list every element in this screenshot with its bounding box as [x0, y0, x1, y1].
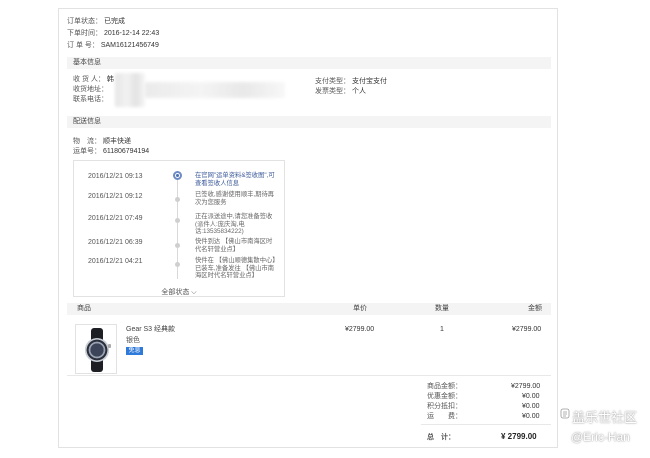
phone-row: 联系电话： — [73, 95, 108, 104]
goods-amount-row: 商品金额： — [427, 382, 463, 391]
watch-crown — [108, 344, 111, 348]
points-row: 积分抵扣： — [427, 402, 463, 411]
basic-info-header: 基本信息 — [67, 57, 551, 69]
timeline-time: 2016/12/21 04:21 — [88, 258, 143, 265]
product-name[interactable]: Gear S3 经典款 — [126, 325, 175, 334]
shipping-row: 运 费： — [427, 412, 463, 421]
recipient-label: 收 货 人： — [73, 76, 105, 83]
timeline-time: 2016/12/21 09:13 — [88, 173, 143, 180]
timeline-time: 2016/12/21 07:49 — [88, 215, 143, 222]
goods-amount-value: ¥2799.00 — [511, 383, 541, 390]
timeline-desc: 正在派送途中,请您准备签收(派件人:庞庆淘,电话:13535834222) — [195, 213, 273, 235]
timeline-desc: 已签收,感谢使用顺丰,期待再次为您服务 — [195, 191, 275, 206]
tracking-timeline: 2016/12/21 09:13 在官网"运单资料&签收图",可查看签收人信息 … — [73, 160, 285, 297]
shipping-label: 运 费： — [427, 413, 462, 420]
timeline-dot — [175, 262, 180, 267]
phone-label: 联系电话： — [73, 96, 108, 103]
product-table-header: 商品 单价 数量 金额 — [67, 303, 551, 315]
discount-row: 优惠金额： — [427, 392, 463, 401]
community-logo-icon — [560, 408, 570, 419]
watch-face — [85, 338, 109, 362]
payment-type-value: 支付宝支付 — [351, 78, 387, 85]
order-number-label: 订 单 号： — [67, 42, 99, 49]
order-time-row: 下单时间： 2016-12-14 22:43 — [67, 29, 159, 38]
product-price: ¥2799.00 — [345, 326, 375, 333]
order-status-label: 订单状态： — [67, 18, 102, 25]
shipping-value: ¥0.00 — [522, 413, 540, 420]
order-time-label: 下单时间： — [67, 30, 102, 37]
logistics-value: 顺丰快递 — [102, 138, 131, 145]
order-number-value: SAM16121456749 — [100, 42, 159, 49]
discount-label: 优惠金额： — [427, 393, 462, 400]
redacted-blur — [145, 82, 285, 98]
payment-type-row: 支付类型： 支付宝支付 — [315, 77, 387, 86]
payment-type-label: 支付类型： — [315, 78, 350, 85]
timeline-dot — [175, 197, 180, 202]
order-detail-panel: 订单状态： 已完成 下单时间： 2016-12-14 22:43 订 单 号： … — [58, 8, 558, 448]
timeline-desc[interactable]: 在官网"运单资料&签收图",可查看签收人信息 — [195, 172, 277, 187]
col-price: 单价 — [353, 305, 367, 312]
discount-value: ¥0.00 — [522, 393, 540, 400]
address-label: 收货地址： — [73, 86, 108, 93]
timeline-time: 2016/12/21 09:12 — [88, 193, 143, 200]
product-color: 银色 — [126, 337, 140, 344]
delivery-info-header: 配送信息 — [67, 116, 551, 128]
points-label: 积分抵扣： — [427, 403, 462, 410]
order-number-row: 订 单 号： SAM16121456749 — [67, 41, 159, 50]
total-label: 总 计： — [427, 434, 455, 441]
tracking-row: 运单号： 611806794194 — [73, 147, 149, 156]
watermark-author: @Eric-Han — [571, 430, 630, 444]
goods-amount-label: 商品金额： — [427, 383, 462, 390]
points-value: ¥0.00 — [522, 403, 540, 410]
product-qty: 1 — [440, 326, 444, 333]
timeline-dot — [175, 243, 180, 248]
show-all-status-link[interactable]: 全部状态 ⌵ — [74, 287, 284, 297]
timeline-dot — [175, 218, 180, 223]
col-product: 商品 — [77, 305, 91, 312]
order-status-row: 订单状态： 已完成 — [67, 17, 125, 26]
col-amount: 金额 — [528, 305, 542, 312]
total-row: 总 计： — [427, 433, 463, 442]
col-qty: 数量 — [435, 305, 449, 312]
divider — [67, 375, 551, 376]
interest-free-badge: 免息 — [126, 347, 143, 355]
logistics-row: 物 流： 顺丰快递 — [73, 137, 131, 146]
timeline-current-dot — [173, 171, 182, 180]
tracking-label: 运单号： — [73, 148, 101, 155]
timeline-desc: 快件在 【佛山顺德集散中心】已装车,准备发往 【佛山市南海区时代名轩营业点】 — [195, 257, 276, 279]
divider — [421, 424, 551, 425]
watermark-community: 盖乐世社区 — [572, 410, 638, 425]
logistics-label: 物 流： — [73, 138, 101, 145]
invoice-type-row: 发票类型： 个人 — [315, 87, 366, 96]
recipient-row: 收 货 人： 韩 — [73, 75, 114, 84]
redacted-blur — [115, 73, 145, 107]
timeline-time: 2016/12/21 06:39 — [88, 239, 143, 246]
product-thumbnail[interactable] — [75, 324, 117, 374]
invoice-type-label: 发票类型： — [315, 88, 350, 95]
recipient-value: 韩 — [106, 76, 114, 83]
address-row: 收货地址： — [73, 85, 108, 94]
tracking-value: 611806794194 — [102, 148, 150, 155]
timeline-desc: 快件到达 【佛山市南海区时代名轩营业点】 — [195, 238, 273, 253]
product-amount: ¥2799.00 — [512, 326, 542, 333]
order-time-value: 2016-12-14 22:43 — [103, 30, 160, 37]
order-status-value: 已完成 — [103, 18, 125, 25]
invoice-type-value: 个人 — [351, 88, 366, 95]
total-value: ¥ 2799.00 — [501, 432, 537, 441]
